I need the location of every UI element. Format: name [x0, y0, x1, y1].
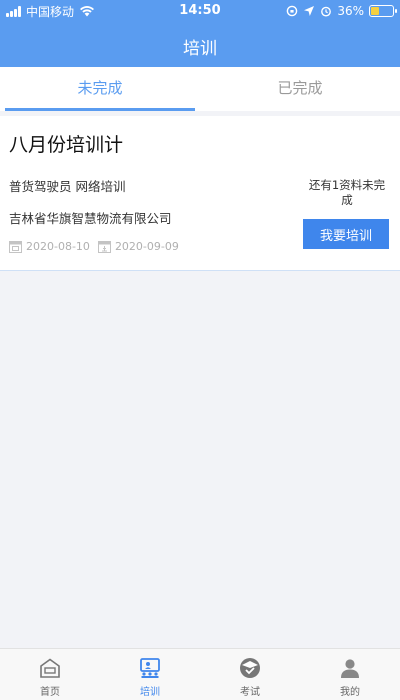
training-category: 普货驾驶员 网络培训 [9, 179, 126, 194]
end-calendar-icon [97, 241, 111, 253]
page-title: 培训 [183, 39, 217, 59]
home-icon [40, 658, 60, 678]
training-card[interactable]: 八月份培训计 普货驾驶员 网络培训 吉林省华旗智慧物流有限公司 2020-08-… [0, 116, 400, 271]
bottom-nav: 首页 培训 考试 我的 [0, 648, 400, 700]
start-training-button[interactable]: 我要培训 [303, 219, 389, 249]
top-bar: 中国移动 14:50 36% 培训 [0, 0, 400, 67]
nav-profile[interactable]: 我的 [300, 649, 400, 700]
location-icon [304, 6, 315, 16]
tab-completed[interactable]: 已完成 [200, 67, 400, 111]
orientation-lock-icon [287, 5, 298, 17]
status-bar: 中国移动 14:50 36% [0, 0, 400, 22]
start-calendar-icon [9, 241, 22, 253]
training-dates: 2020-08-10 2020-09-09 [9, 240, 187, 253]
nav-home-label: 首页 [40, 687, 60, 698]
remaining-materials: 还有1资料未完成 [308, 178, 386, 207]
training-company: 吉林省华旗智慧物流有限公司 [9, 211, 172, 226]
nav-exam[interactable]: 考试 [200, 649, 300, 700]
nav-profile-label: 我的 [340, 687, 360, 698]
end-date: 2020-09-09 [114, 240, 179, 253]
battery-level [371, 7, 379, 15]
profile-icon [341, 659, 359, 678]
nav-home[interactable]: 首页 [0, 649, 100, 700]
battery-percent: 36% [337, 4, 364, 18]
status-right: 36% [286, 3, 397, 19]
nav-exam-label: 考试 [240, 687, 260, 698]
exam-icon [240, 658, 260, 678]
nav-training[interactable]: 培训 [100, 649, 200, 700]
training-title: 八月份培训计 [9, 134, 124, 156]
tab-incomplete[interactable]: 未完成 [0, 67, 200, 111]
tab-bar: 未完成 已完成 [0, 67, 400, 111]
app-screen: 中国移动 14:50 36% 培训 未完成 已完成 八月份培训计 普货驾驶员 网… [0, 0, 400, 700]
training-icon [140, 658, 160, 678]
nav-training-label: 培训 [140, 687, 160, 698]
battery-icon [369, 5, 397, 17]
alarm-icon [321, 6, 332, 17]
start-date: 2020-08-10 [26, 240, 90, 253]
